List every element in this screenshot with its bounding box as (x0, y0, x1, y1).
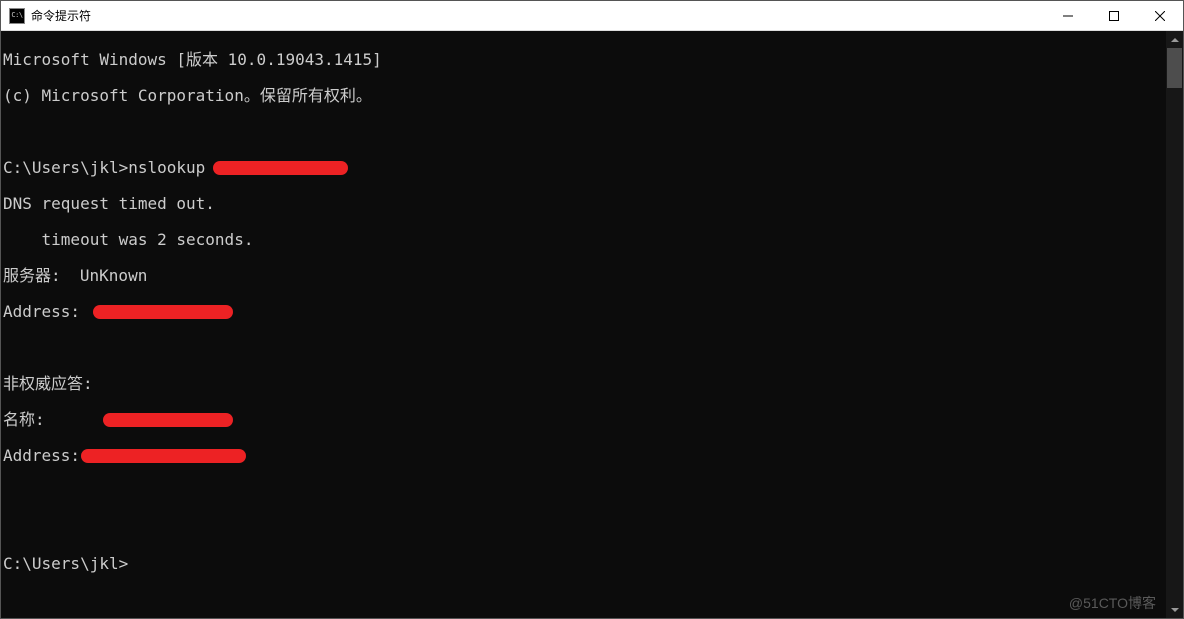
scroll-up-button[interactable] (1166, 31, 1183, 48)
redaction (93, 305, 233, 319)
output-line: timeout was 2 seconds. (3, 231, 1166, 249)
output-line (3, 483, 1166, 501)
maximize-button[interactable] (1091, 1, 1137, 30)
output-line: 名称: (3, 411, 1166, 429)
scroll-down-button[interactable] (1166, 601, 1183, 618)
output-line: 非权威应答: (3, 375, 1166, 393)
redaction (213, 161, 348, 175)
redaction (81, 449, 246, 463)
output-line: Address: (3, 447, 1166, 465)
chevron-up-icon (1171, 38, 1179, 42)
minimize-icon (1063, 11, 1073, 21)
scrollbar-thumb[interactable] (1167, 48, 1182, 88)
output-line: Address: (3, 303, 1166, 321)
terminal-output[interactable]: Microsoft Windows [版本 10.0.19043.1415] (… (1, 31, 1166, 618)
terminal-area: Microsoft Windows [版本 10.0.19043.1415] (… (1, 31, 1183, 618)
output-line: (c) Microsoft Corporation。保留所有权利。 (3, 87, 1166, 105)
output-line: DNS request timed out. (3, 195, 1166, 213)
output-line: Microsoft Windows [版本 10.0.19043.1415] (3, 51, 1166, 69)
window-controls (1045, 1, 1183, 30)
output-line: 服务器: UnKnown (3, 267, 1166, 285)
watermark: @51CTO博客 (1069, 594, 1156, 612)
output-line (3, 519, 1166, 537)
command-prompt-window: C:\ 命令提示符 Microsoft Windows [版本 10.0.190… (0, 0, 1184, 619)
close-icon (1155, 11, 1165, 21)
output-line (3, 339, 1166, 357)
close-button[interactable] (1137, 1, 1183, 30)
minimize-button[interactable] (1045, 1, 1091, 30)
output-line (3, 123, 1166, 141)
titlebar[interactable]: C:\ 命令提示符 (1, 1, 1183, 31)
vertical-scrollbar[interactable] (1166, 31, 1183, 618)
window-title: 命令提示符 (31, 7, 1045, 24)
prompt-line: C:\Users\jkl>nslookup (3, 159, 1166, 177)
maximize-icon (1109, 11, 1119, 21)
redaction (103, 413, 233, 427)
chevron-down-icon (1171, 608, 1179, 612)
prompt-line: C:\Users\jkl> (3, 555, 1166, 573)
cmd-icon: C:\ (9, 8, 25, 24)
